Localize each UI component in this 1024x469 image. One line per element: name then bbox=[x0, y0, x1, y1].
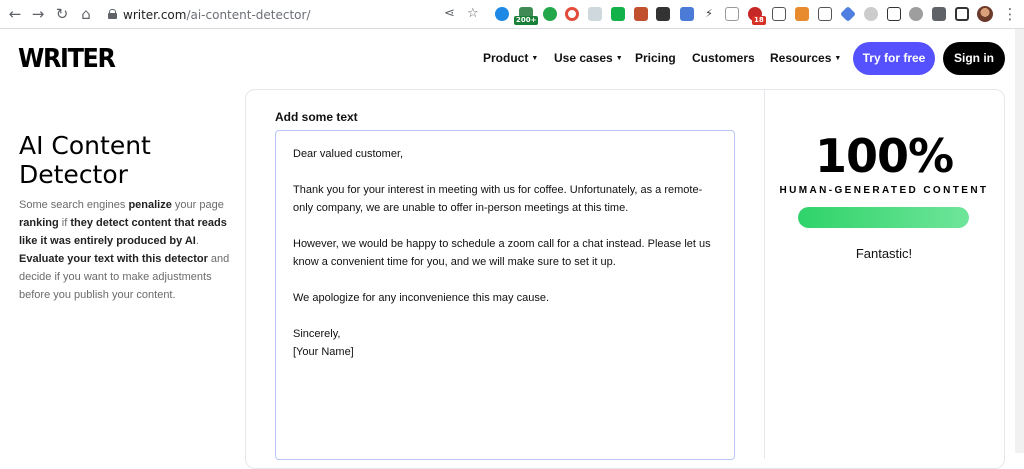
score-value: 100% bbox=[814, 129, 954, 183]
text-line bbox=[293, 271, 717, 289]
text-line bbox=[293, 307, 717, 325]
text-line: Dear valued customer, bbox=[293, 148, 404, 160]
page-title: AI Content Detector bbox=[19, 131, 151, 189]
text-line: We apologize for any inconvenience this … bbox=[293, 292, 549, 304]
extension-grid-icon[interactable] bbox=[588, 7, 602, 21]
extension-translate-icon[interactable] bbox=[680, 7, 694, 21]
bookmark-star-icon[interactable]: ☆ bbox=[467, 6, 479, 22]
extension-badge-red: 18 bbox=[752, 16, 766, 25]
side-panel-icon[interactable] bbox=[955, 7, 969, 21]
extension-n-icon[interactable] bbox=[818, 7, 832, 21]
nav-product-label: Product bbox=[483, 51, 529, 65]
text-input-area[interactable]: Dear valued customer, Thank you for your … bbox=[275, 130, 735, 460]
extension-gear-icon[interactable] bbox=[909, 7, 923, 21]
description-segment: your page bbox=[171, 199, 224, 211]
url-host: writer.com bbox=[123, 8, 187, 22]
back-arrow-icon[interactable]: ← bbox=[6, 5, 24, 23]
text-line: [Your Name] bbox=[293, 346, 354, 358]
extension-green-icon[interactable] bbox=[543, 7, 557, 21]
profile-avatar[interactable] bbox=[977, 6, 993, 22]
text-input-label: Add some text bbox=[275, 110, 358, 124]
page-scrollbar[interactable] bbox=[1015, 29, 1024, 453]
text-line bbox=[293, 217, 717, 235]
page-description: Some search engines penalize your page r… bbox=[19, 196, 234, 304]
chevron-down-icon: ▼ bbox=[531, 55, 539, 62]
nav-customers[interactable]: Customers bbox=[692, 50, 755, 66]
home-icon[interactable]: ⌂ bbox=[77, 5, 95, 23]
score-progress-bar bbox=[798, 207, 969, 228]
extension-k-icon[interactable] bbox=[864, 7, 878, 21]
extension-bracket-icon[interactable] bbox=[725, 7, 739, 21]
verdict-text: Fantastic! bbox=[855, 246, 913, 261]
browser-toolbar: ← → ↻ ⌂ writer.com/ai-content-detector/ … bbox=[0, 0, 1024, 29]
address-bar[interactable]: writer.com/ai-content-detector/ bbox=[123, 6, 311, 24]
text-line bbox=[293, 163, 717, 181]
extensions-puzzle-icon[interactable] bbox=[932, 7, 946, 21]
url-path: /ai-content-detector/ bbox=[186, 8, 311, 22]
extension-orange-icon[interactable] bbox=[634, 7, 648, 21]
description-segment: Some search engines bbox=[19, 199, 129, 211]
writer-logo[interactable]: WRITER bbox=[18, 44, 116, 74]
extension-green-square-icon[interactable] bbox=[611, 7, 625, 21]
extension-bolt-icon[interactable]: ⚡ bbox=[702, 7, 716, 21]
kebab-menu-icon[interactable]: ⋮ bbox=[1001, 5, 1019, 23]
description-segment: . bbox=[195, 235, 199, 247]
nav-resources-label: Resources bbox=[770, 51, 832, 65]
description-segment: Evaluate your text with this detector bbox=[19, 253, 208, 265]
extension-badge: 200+ bbox=[514, 16, 539, 25]
extension-camera-icon[interactable] bbox=[887, 7, 901, 21]
description-segment: penalize bbox=[128, 199, 172, 211]
extension-v-icon[interactable] bbox=[495, 7, 509, 21]
text-line: Sincerely, bbox=[293, 328, 341, 340]
reload-icon[interactable]: ↻ bbox=[53, 5, 71, 23]
description-segment: ranking bbox=[19, 217, 59, 229]
metamask-fox-icon[interactable] bbox=[795, 7, 809, 21]
nav-pricing-label: Pricing bbox=[635, 51, 676, 65]
chevron-down-icon: ▼ bbox=[834, 55, 842, 62]
sign-in-button[interactable]: Sign in bbox=[943, 42, 1005, 75]
nav-use-cases[interactable]: Use cases ▼ bbox=[554, 50, 623, 67]
extension-frame-icon[interactable] bbox=[772, 7, 786, 21]
lock-icon[interactable] bbox=[108, 9, 117, 19]
description-segment: if bbox=[58, 217, 71, 229]
share-icon[interactable]: ⋖ bbox=[444, 6, 455, 22]
nav-pricing[interactable]: Pricing bbox=[635, 50, 676, 66]
nav-use-cases-label: Use cases bbox=[554, 51, 613, 65]
nav-resources[interactable]: Resources ▼ bbox=[770, 50, 841, 67]
extension-dark-icon[interactable] bbox=[656, 7, 670, 21]
chevron-down-icon: ▼ bbox=[615, 55, 623, 62]
try-for-free-button[interactable]: Try for free bbox=[853, 42, 935, 75]
score-label: HUMAN-GENERATED CONTENT bbox=[779, 185, 989, 196]
score-progress-fill bbox=[798, 207, 969, 228]
forward-arrow-icon[interactable]: → bbox=[29, 5, 47, 23]
text-line: Thank you for your interest in meeting w… bbox=[293, 184, 703, 214]
extension-circle-icon[interactable] bbox=[565, 7, 579, 21]
text-line: However, we would be happy to schedule a… bbox=[293, 238, 711, 268]
nav-customers-label: Customers bbox=[692, 51, 755, 65]
extension-diamond-icon[interactable] bbox=[840, 6, 856, 22]
nav-product[interactable]: Product ▼ bbox=[483, 50, 538, 67]
